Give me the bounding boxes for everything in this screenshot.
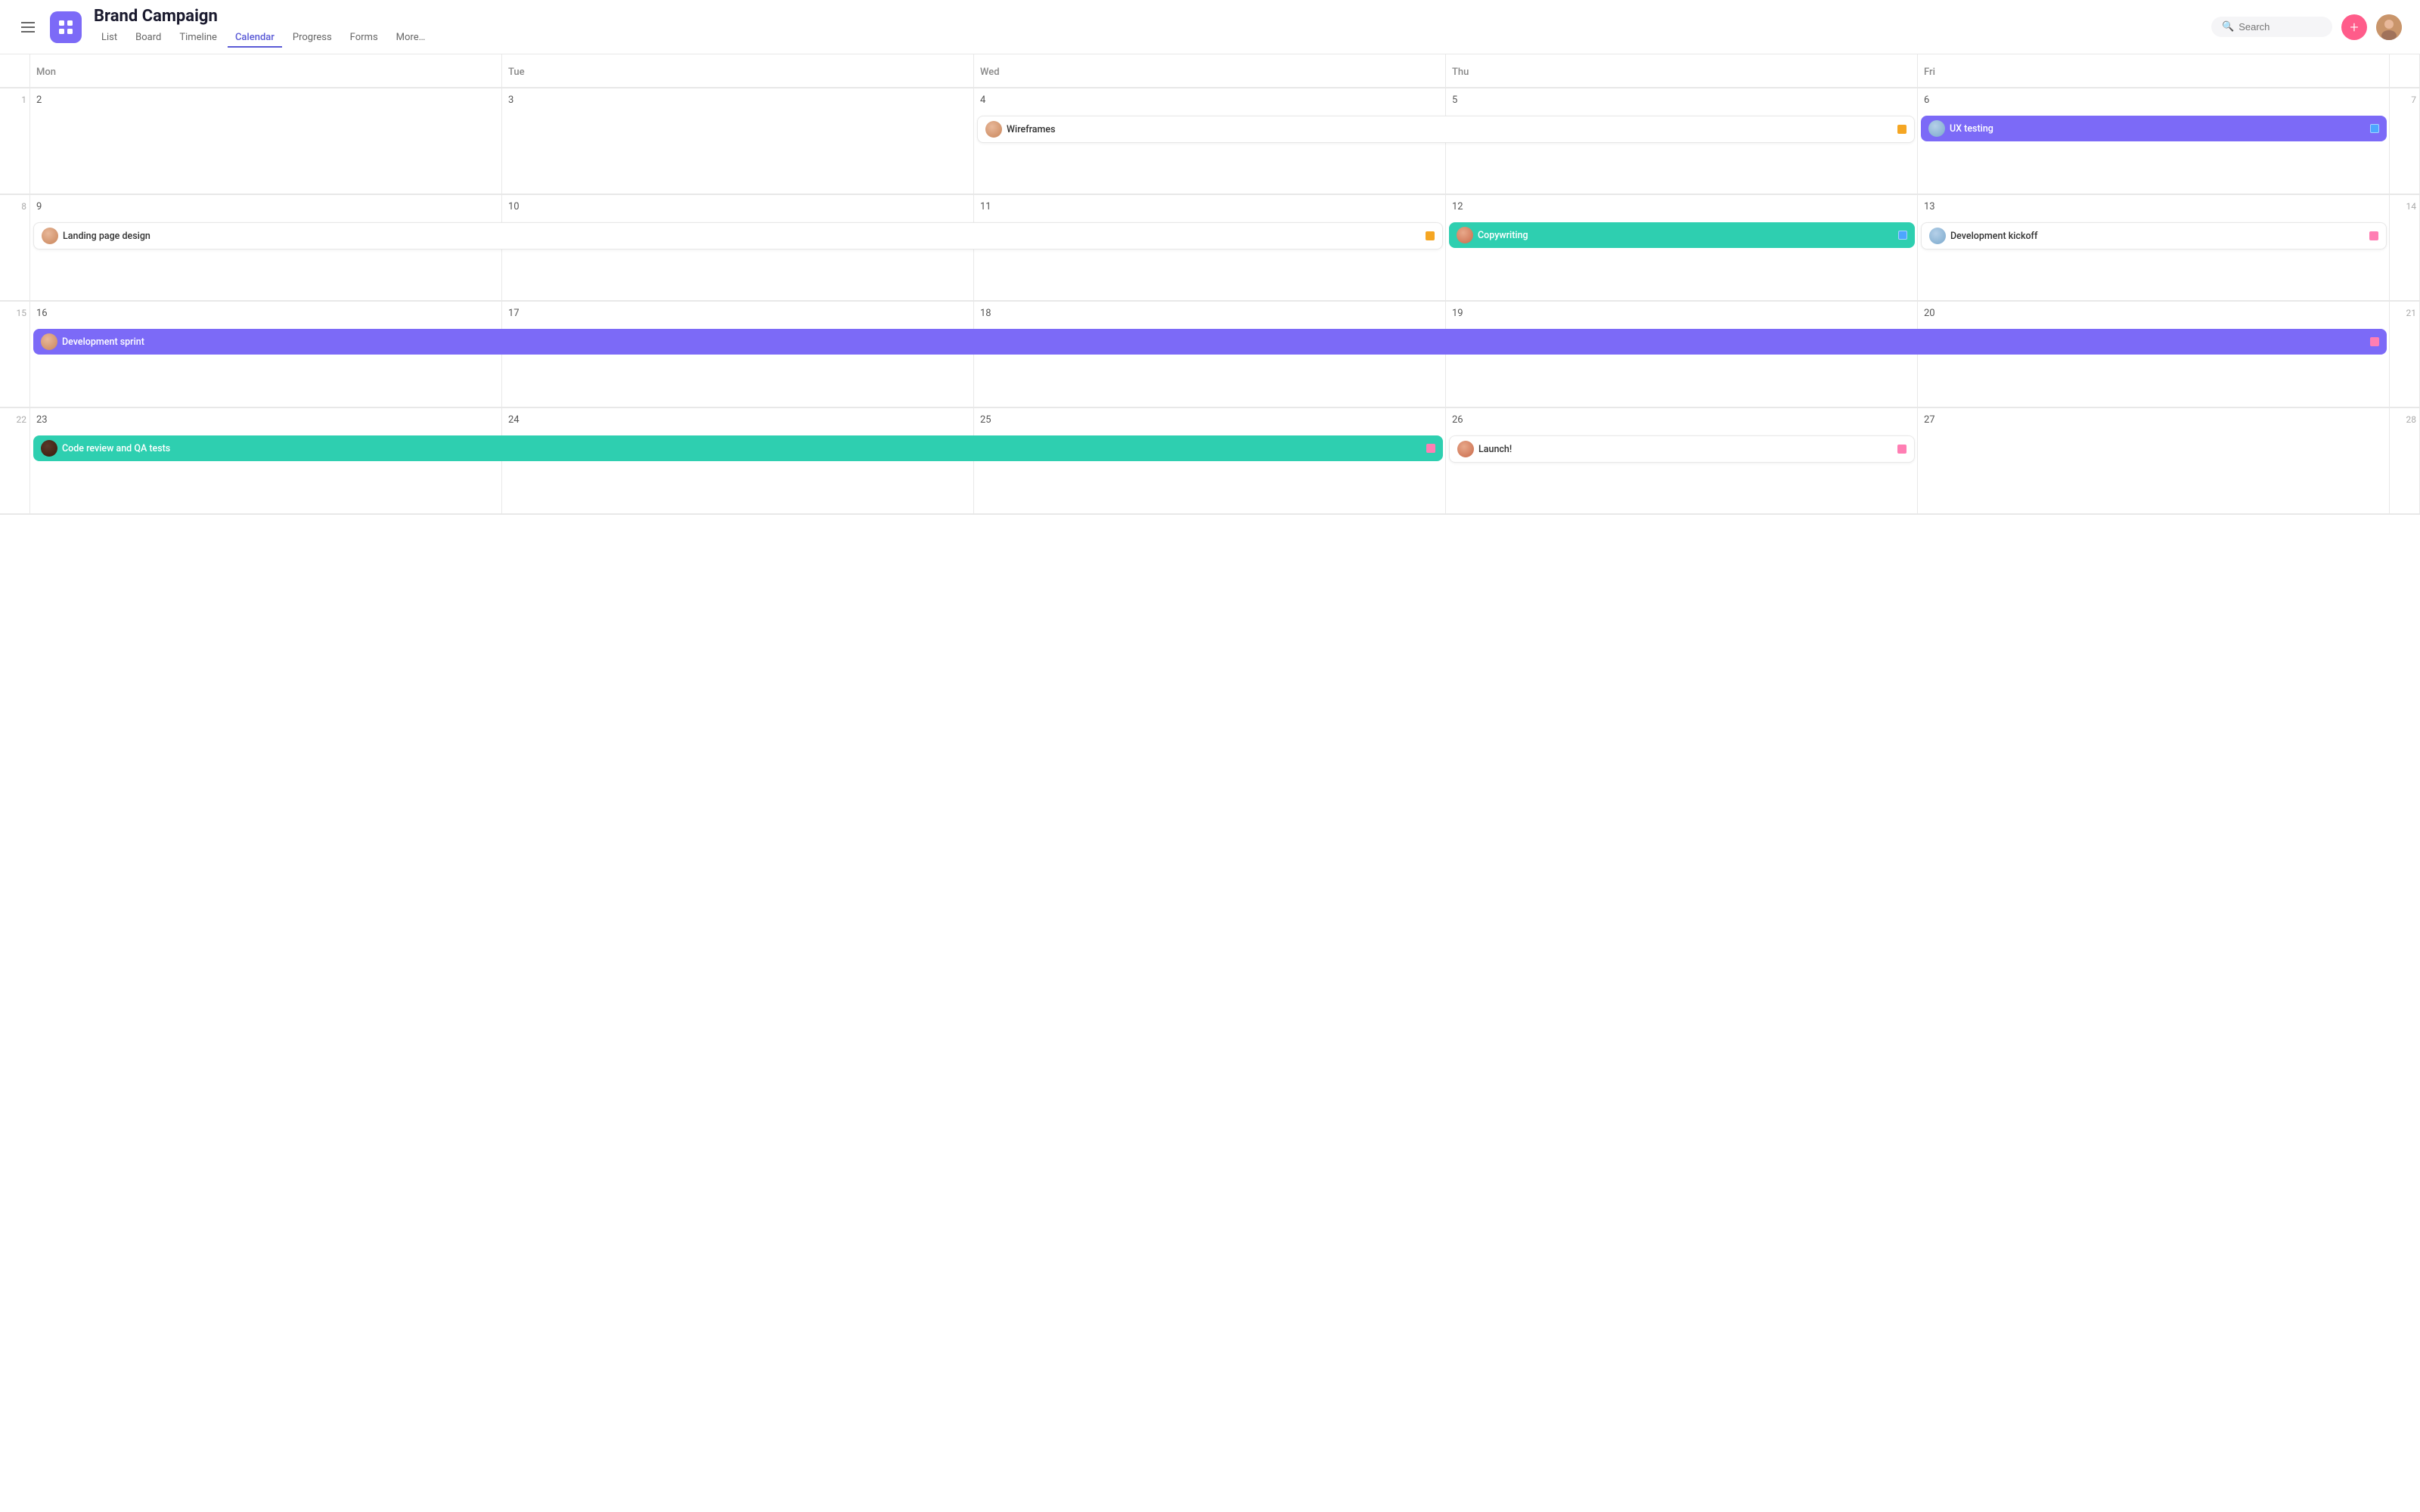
day-num-19: 19 bbox=[1446, 308, 1917, 324]
header-empty-right bbox=[2390, 54, 2420, 88]
header-tue: Tue bbox=[502, 54, 974, 88]
week-2: 8 9 10 11 12 13 14 bbox=[0, 195, 2420, 302]
day-cell-24[interactable]: 24 bbox=[502, 408, 974, 514]
header-right: 🔍 + bbox=[2211, 14, 2402, 40]
tab-forms[interactable]: Forms bbox=[343, 29, 386, 48]
week-num-1: 1 bbox=[0, 88, 30, 194]
day-num-5: 5 bbox=[1446, 94, 1917, 110]
avatar bbox=[2376, 14, 2402, 40]
day-cell-20[interactable]: 20 bbox=[1918, 302, 2390, 407]
day-num-18: 18 bbox=[974, 308, 1445, 324]
week-1: 1 2 3 4 5 6 7 bbox=[0, 88, 2420, 195]
header-wed: Wed bbox=[974, 54, 1446, 88]
day-num-17: 17 bbox=[502, 308, 973, 324]
day-num-10: 10 bbox=[502, 201, 973, 217]
day-cell-11[interactable]: 11 bbox=[974, 195, 1446, 301]
day-num-27: 27 bbox=[1918, 414, 2389, 430]
tab-board[interactable]: Board bbox=[128, 29, 169, 48]
day-num-20: 20 bbox=[1918, 308, 2389, 324]
project-title: Brand Campaign bbox=[94, 7, 2199, 26]
nav-tabs: List Board Timeline Calendar Progress Fo… bbox=[94, 29, 2199, 48]
header-mon: Mon bbox=[30, 54, 502, 88]
tab-progress[interactable]: Progress bbox=[285, 29, 340, 48]
day-cell-17[interactable]: 17 bbox=[502, 302, 974, 407]
calendar: Mon Tue Wed Thu Fri 1 2 3 4 5 bbox=[0, 54, 2420, 515]
day-cell-9[interactable]: 9 bbox=[30, 195, 502, 301]
week-end-2: 14 bbox=[2390, 195, 2420, 301]
day-cell-18[interactable]: 18 bbox=[974, 302, 1446, 407]
day-cell-10[interactable]: 10 bbox=[502, 195, 974, 301]
app-icon bbox=[50, 11, 82, 43]
day-num-12: 12 bbox=[1446, 201, 1917, 217]
week-num-3: 15 bbox=[0, 302, 30, 407]
tab-more[interactable]: More… bbox=[389, 29, 433, 48]
day-cell-5[interactable]: 5 bbox=[1446, 88, 1918, 194]
day-num-9: 9 bbox=[30, 201, 501, 217]
day-num-23: 23 bbox=[30, 414, 501, 430]
week-end-1: 7 bbox=[2390, 88, 2420, 194]
header-empty-left bbox=[0, 54, 30, 88]
day-cell-3[interactable]: 3 bbox=[502, 88, 974, 194]
day-num-4: 4 bbox=[974, 94, 1445, 110]
day-headers: Mon Tue Wed Thu Fri bbox=[0, 54, 2420, 88]
day-num-13: 13 bbox=[1918, 201, 2389, 217]
add-button[interactable]: + bbox=[2341, 14, 2367, 40]
week-4: 22 23 24 25 26 27 28 bbox=[0, 408, 2420, 515]
day-cell-12[interactable]: 12 bbox=[1446, 195, 1918, 301]
day-num-24: 24 bbox=[502, 414, 973, 430]
week-3: 15 16 17 18 19 20 21 bbox=[0, 302, 2420, 408]
hamburger-button[interactable] bbox=[18, 19, 38, 36]
header-thu: Thu bbox=[1446, 54, 1918, 88]
search-input[interactable] bbox=[2238, 21, 2322, 33]
header: Brand Campaign List Board Timeline Calen… bbox=[0, 0, 2420, 54]
day-num-2: 2 bbox=[30, 94, 501, 110]
app-container: Brand Campaign List Board Timeline Calen… bbox=[0, 0, 2420, 515]
day-num-26: 26 bbox=[1446, 414, 1917, 430]
day-cell-16[interactable]: 16 bbox=[30, 302, 502, 407]
day-cell-27[interactable]: 27 bbox=[1918, 408, 2390, 514]
search-icon: 🔍 bbox=[2222, 21, 2234, 33]
week-end-4: 28 bbox=[2390, 408, 2420, 514]
header-fri: Fri bbox=[1918, 54, 2390, 88]
day-cell-13[interactable]: 13 bbox=[1918, 195, 2390, 301]
search-box[interactable]: 🔍 bbox=[2211, 17, 2332, 37]
day-cell-6[interactable]: 6 bbox=[1918, 88, 2390, 194]
tab-list[interactable]: List bbox=[94, 29, 125, 48]
week-num-2: 8 bbox=[0, 195, 30, 301]
day-num-6: 6 bbox=[1918, 94, 2389, 110]
day-num-11: 11 bbox=[974, 201, 1445, 217]
day-num-16: 16 bbox=[30, 308, 501, 324]
title-nav: Brand Campaign List Board Timeline Calen… bbox=[94, 7, 2199, 48]
day-num-3: 3 bbox=[502, 94, 973, 110]
week-num-4: 22 bbox=[0, 408, 30, 514]
tab-calendar[interactable]: Calendar bbox=[228, 29, 282, 48]
day-num-25: 25 bbox=[974, 414, 1445, 430]
day-cell-19[interactable]: 19 bbox=[1446, 302, 1918, 407]
day-cell-25[interactable]: 25 bbox=[974, 408, 1446, 514]
day-cell-4[interactable]: 4 bbox=[974, 88, 1446, 194]
day-cell-23[interactable]: 23 bbox=[30, 408, 502, 514]
week-end-3: 21 bbox=[2390, 302, 2420, 407]
tab-timeline[interactable]: Timeline bbox=[172, 29, 225, 48]
day-cell-26[interactable]: 26 bbox=[1446, 408, 1918, 514]
day-cell-2[interactable]: 2 bbox=[30, 88, 502, 194]
